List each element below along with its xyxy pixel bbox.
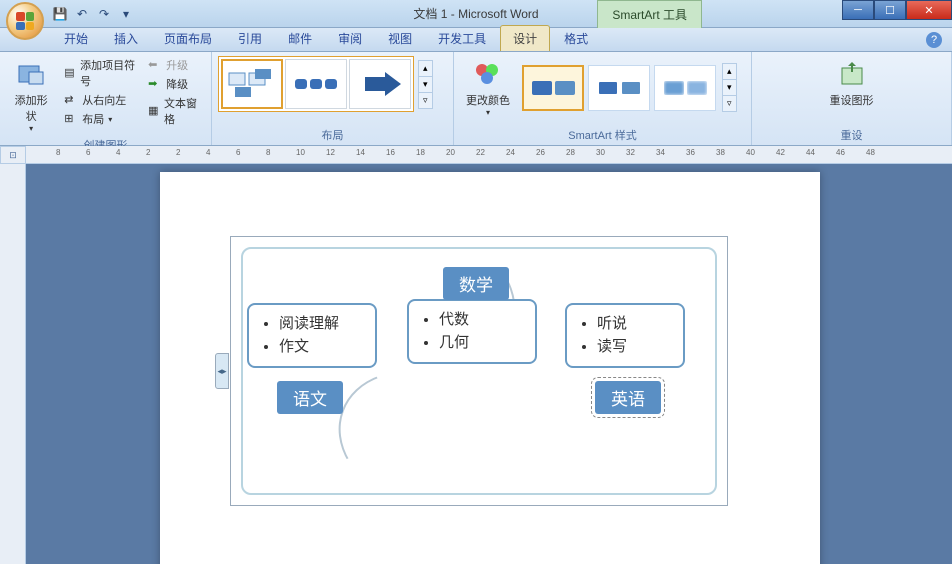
gallery-down-icon[interactable]: ▾ — [419, 77, 432, 93]
vertical-ruler[interactable] — [0, 164, 26, 564]
node1-item1: 阅读理解 — [279, 313, 363, 336]
rtl-button[interactable]: ⇄从右向左 — [60, 91, 140, 109]
node1-item2: 作文 — [279, 336, 363, 359]
node2-label[interactable]: 数学 — [443, 267, 509, 300]
window-controls: ─ ☐ ✕ — [842, 0, 952, 20]
tab-review[interactable]: 审阅 — [326, 26, 374, 51]
style-thumb-3[interactable] — [654, 65, 716, 111]
add-bullet-button[interactable]: ▤添加项目符号 — [60, 56, 140, 90]
node3-item2: 读写 — [597, 336, 671, 359]
qat-dropdown-icon[interactable]: ▾ — [118, 6, 134, 22]
style-thumb-2[interactable] — [588, 65, 650, 111]
tab-insert[interactable]: 插入 — [102, 26, 150, 51]
horizontal-ruler[interactable]: 8642246810121416182022242628303234363840… — [26, 146, 952, 164]
tab-page-layout[interactable]: 页面布局 — [152, 26, 224, 51]
ribbon: 添加形状 ▾ ▤添加项目符号 ⇄从右向左 ⊞布局▾ ⬅升级 ➡降级 ▦文本窗格 … — [0, 52, 952, 146]
add-shape-button[interactable]: 添加形状 ▾ — [6, 56, 56, 135]
reset-graphic-button[interactable]: 重设图形 — [758, 56, 945, 110]
tab-developer[interactable]: 开发工具 — [426, 26, 498, 51]
layout-thumb-2[interactable] — [285, 59, 347, 109]
tab-design[interactable]: 设计 — [500, 25, 550, 51]
smartart-container[interactable]: ◂▸ 阅读理解 作文 语文 — [230, 236, 728, 506]
page: ◂▸ 阅读理解 作文 语文 — [160, 172, 820, 564]
smartart-canvas: 阅读理解 作文 语文 数学 代数 几何 — [247, 253, 711, 489]
document-area: ◂▸ 阅读理解 作文 语文 — [0, 164, 952, 564]
style-thumb-1[interactable] — [522, 65, 584, 111]
ribbon-group-layouts: ▴ ▾ ▿ 布局 — [212, 52, 454, 145]
help-icon[interactable]: ? — [926, 32, 942, 48]
style-more-icon[interactable]: ▿ — [723, 96, 736, 111]
group-label-styles: SmartArt 样式 — [460, 125, 745, 143]
group-label-layouts: 布局 — [218, 125, 447, 143]
ribbon-group-reset: 重设图形 重设 — [752, 52, 952, 145]
office-button[interactable] — [6, 2, 44, 40]
reset-graphic-label: 重设图形 — [830, 92, 874, 108]
ruler-corner[interactable]: ⊡ — [0, 146, 26, 164]
layout-button[interactable]: ⊞布局▾ — [60, 110, 140, 128]
tab-view[interactable]: 视图 — [376, 26, 424, 51]
style-gallery[interactable] — [520, 63, 718, 113]
tab-format[interactable]: 格式 — [552, 26, 600, 51]
quick-access-toolbar: 💾 ↶ ↷ ▾ — [52, 6, 134, 22]
layout-gallery[interactable] — [218, 56, 414, 112]
smartart-node-1[interactable]: 阅读理解 作文 语文 — [247, 303, 377, 368]
gallery-up-icon[interactable]: ▴ — [419, 61, 432, 77]
text-pane-toggle[interactable]: ◂▸ — [215, 353, 229, 389]
smartart-node-3[interactable]: 听说 读写 英语 — [565, 303, 685, 368]
node2-item2: 几何 — [439, 332, 523, 355]
contextual-tab-label: SmartArt 工具 — [597, 0, 702, 28]
change-colors-label: 更改颜色 — [466, 92, 510, 108]
title-bar: 💾 ↶ ↷ ▾ 文档 1 - Microsoft Word SmartArt 工… — [0, 0, 952, 28]
node2-item1: 代数 — [439, 309, 523, 332]
promote-button[interactable]: ⬅升级 — [144, 56, 205, 74]
change-colors-button[interactable]: 更改颜色 ▾ — [460, 56, 516, 119]
tab-references[interactable]: 引用 — [226, 26, 274, 51]
layout-thumb-3[interactable] — [349, 59, 411, 109]
maximize-button[interactable]: ☐ — [874, 0, 906, 20]
tab-home[interactable]: 开始 — [52, 26, 100, 51]
demote-button[interactable]: ➡降级 — [144, 75, 205, 93]
style-down-icon[interactable]: ▾ — [723, 80, 736, 96]
style-up-icon[interactable]: ▴ — [723, 64, 736, 80]
node3-label[interactable]: 英语 — [595, 381, 661, 414]
ribbon-group-styles: 更改颜色 ▾ ▴ ▾ ▿ SmartArt 样式 — [454, 52, 752, 145]
tab-mailings[interactable]: 邮件 — [276, 26, 324, 51]
node3-item1: 听说 — [597, 313, 671, 336]
layout-thumb-1[interactable] — [221, 59, 283, 109]
node1-label[interactable]: 语文 — [277, 381, 343, 414]
text-pane-button[interactable]: ▦文本窗格 — [144, 94, 205, 128]
ribbon-tabs: 开始 插入 页面布局 引用 邮件 审阅 视图 开发工具 设计 格式 ? — [0, 28, 952, 52]
add-shape-label: 添加形状 — [12, 92, 50, 124]
ribbon-group-create: 添加形状 ▾ ▤添加项目符号 ⇄从右向左 ⊞布局▾ ⬅升级 ➡降级 ▦文本窗格 … — [0, 52, 212, 145]
gallery-more-icon[interactable]: ▿ — [419, 93, 432, 108]
document-title: 文档 1 - Microsoft Word — [413, 5, 538, 22]
close-button[interactable]: ✕ — [906, 0, 952, 20]
undo-icon[interactable]: ↶ — [74, 6, 90, 22]
redo-icon[interactable]: ↷ — [96, 6, 112, 22]
save-icon[interactable]: 💾 — [52, 6, 68, 22]
smartart-node-2[interactable]: 数学 代数 几何 — [407, 281, 537, 364]
minimize-button[interactable]: ─ — [842, 0, 874, 20]
group-label-reset: 重设 — [758, 125, 945, 143]
